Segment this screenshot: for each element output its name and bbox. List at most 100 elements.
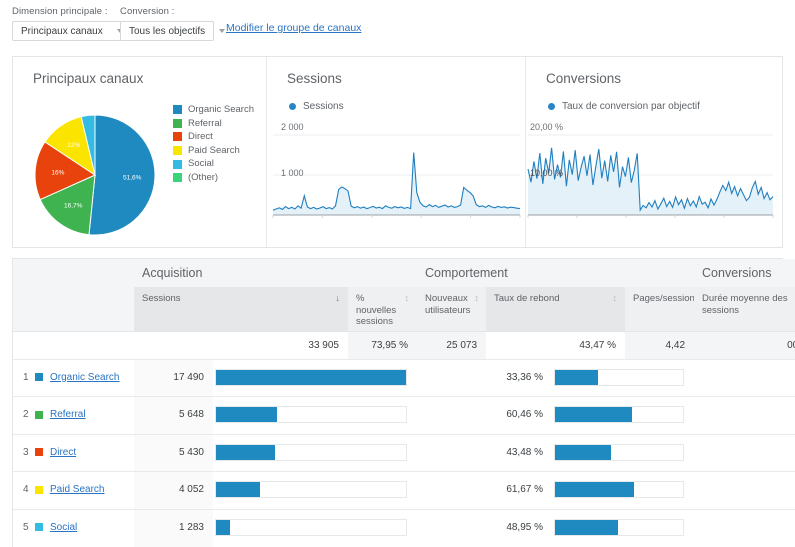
row-bounce-rate-bar	[552, 433, 695, 472]
bar-fill	[216, 482, 261, 497]
column-header-avg-session-duration[interactable]: Durée moyenne des sessions ↕	[694, 287, 795, 331]
table-row[interactable]: 2Referral5 64860,46 %1,63 %	[13, 396, 795, 434]
column-header-pct-new-sessions[interactable]: % nouvelles sessions ↕	[348, 287, 418, 331]
bar-track	[215, 481, 408, 498]
legend-dot-icon	[548, 103, 555, 110]
row-sessions-bar	[213, 508, 418, 547]
row-bounce-rate-value: 61,67 %	[486, 471, 553, 509]
channel-color-swatch-icon	[35, 485, 43, 494]
table-group-header-row: Acquisition Comportement Conversions	[13, 259, 795, 287]
row-sessions-value: 1 283	[134, 508, 213, 547]
legend-swatch-icon	[173, 118, 182, 128]
column-header-bounce-rate[interactable]: Taux de rebond ↕	[486, 287, 626, 331]
conversions-sparkline: 20,00 % 10,00 %	[526, 119, 782, 241]
channel-link[interactable]: Organic Search	[50, 372, 119, 383]
pie-legend-label: (Other)	[188, 171, 219, 183]
card-title-sessions: Sessions	[287, 71, 342, 86]
channel-color-swatch-icon	[35, 373, 43, 381]
table: Acquisition Comportement Conversions Ses…	[13, 259, 795, 547]
row-filler-cell	[694, 508, 795, 547]
pie-chart-svg: 51,6% 16,7% 16% 12%	[34, 114, 156, 236]
channel-link[interactable]: Direct	[50, 447, 76, 458]
table-row[interactable]: 4Paid Search4 05261,67 %7,06 %	[13, 471, 795, 509]
channel-link[interactable]: Paid Search	[50, 484, 104, 495]
pie-legend-item[interactable]: Referral	[173, 117, 254, 131]
row-filler-cell	[694, 358, 795, 397]
row-filler-cell	[417, 433, 487, 472]
row-filler-cell	[417, 396, 487, 434]
conversions-sparkline-svg	[527, 134, 774, 218]
dimension-select[interactable]: Principaux canaux	[12, 21, 123, 41]
filter-controls-bar: Dimension principale : Principaux canaux…	[0, 0, 795, 48]
summary-bounce-rate: 43,47 %	[486, 330, 626, 359]
conversions-legend-label: Taux de conversion par objectif	[562, 101, 700, 112]
column-header-pages-per-session[interactable]: Pages/session ↕	[625, 287, 703, 331]
row-bounce-rate-bar	[552, 508, 695, 547]
channel-link[interactable]: Referral	[50, 409, 86, 420]
sessions-sparkline: 2 000 1 000	[267, 119, 525, 241]
bar-fill	[216, 369, 407, 385]
row-filler-cell	[417, 471, 487, 509]
pie-legend-item[interactable]: Direct	[173, 130, 254, 144]
svg-text:16,7%: 16,7%	[64, 203, 83, 210]
legend-swatch-icon	[173, 146, 182, 156]
summary-pct-new-sessions: 73,95 %	[348, 330, 418, 359]
row-channel-cell: 3 Direct	[13, 433, 134, 472]
summary-sessions: 33 905	[134, 330, 348, 359]
pie-legend-label: Organic Search	[188, 104, 255, 115]
bar-fill	[555, 444, 611, 460]
row-filler-cell	[694, 433, 795, 472]
row-rank: 3	[23, 446, 29, 458]
pie-chart: 51,6% 16,7% 16% 12%	[33, 113, 157, 237]
conversion-select[interactable]: Tous les objectifs	[120, 21, 226, 41]
column-header-blank	[13, 287, 134, 331]
row-sessions-bar	[213, 433, 418, 472]
sort-icon: ↕	[474, 293, 479, 303]
column-header-pct-new-sessions-label: % nouvelles sessions	[356, 293, 397, 327]
card-top-channels: Principaux canaux 51,6% 16,7% 16% 12% Organ…	[13, 57, 266, 247]
svg-text:12%: 12%	[67, 142, 80, 149]
column-header-bounce-rate-label: Taux de rebond	[494, 293, 560, 304]
group-header-blank	[13, 259, 134, 287]
column-header-new-users[interactable]: Nouveaux utilisateurs ↕	[417, 287, 487, 331]
row-filler-cell	[417, 508, 487, 547]
legend-swatch-icon	[173, 132, 182, 142]
legend-swatch-icon	[173, 173, 182, 183]
svg-text:51,6%: 51,6%	[123, 174, 142, 181]
sort-icon: ↕	[612, 293, 618, 303]
pie-legend-item[interactable]: Social	[173, 157, 254, 171]
sessions-legend-label: Sessions	[303, 101, 344, 112]
bar-fill	[216, 407, 278, 422]
conversion-select-value: Tous les objectifs	[129, 25, 206, 37]
bar-track	[554, 406, 685, 423]
legend-dot-icon	[289, 103, 296, 110]
row-rank: 1	[23, 371, 29, 383]
channel-color-swatch-icon	[35, 410, 43, 419]
bar-track	[215, 518, 408, 536]
legend-swatch-icon	[173, 105, 182, 115]
conversions-chart-legend: Taux de conversion par objectif	[548, 101, 700, 112]
group-header-conversions: Conversions	[694, 259, 795, 287]
bar-fill	[555, 482, 634, 497]
pie-legend-item[interactable]: (Other)	[173, 171, 254, 185]
pie-legend-label: Direct	[188, 131, 213, 143]
card-title-top-channels: Principaux canaux	[33, 71, 144, 86]
table-column-header-row: Sessions ↓ % nouvelles sessions ↕ Nouvea…	[13, 287, 795, 331]
pie-legend-item[interactable]: Organic Search	[173, 103, 254, 117]
column-header-sessions[interactable]: Sessions ↓	[134, 287, 348, 331]
summary-avg-duration: 00:03:37	[694, 330, 795, 359]
table-row[interactable]: 3Direct5 43043,48 %4,29 %	[13, 433, 795, 472]
table-row[interactable]: 1Organic Search17 49033,36 %4,70 %	[13, 358, 795, 397]
bar-track	[554, 443, 685, 461]
summary-new-users: 25 073	[417, 330, 487, 359]
edit-channel-group-link[interactable]: Modifier le groupe de canaux	[226, 22, 361, 34]
row-rank: 2	[23, 409, 29, 420]
row-bounce-rate-value: 48,95 %	[486, 508, 553, 547]
bar-fill	[555, 369, 598, 385]
row-bounce-rate-value: 60,46 %	[486, 396, 553, 434]
table-row[interactable]: 5Social1 28348,95 %1,33 %	[13, 508, 795, 547]
row-bounce-rate-bar	[552, 396, 695, 434]
row-sessions-bar	[213, 471, 418, 509]
pie-legend-item[interactable]: Paid Search	[173, 144, 254, 158]
table-summary-row: 33 905 73,95 % 25 073 43,47 % 4,42 00:03…	[13, 330, 795, 359]
